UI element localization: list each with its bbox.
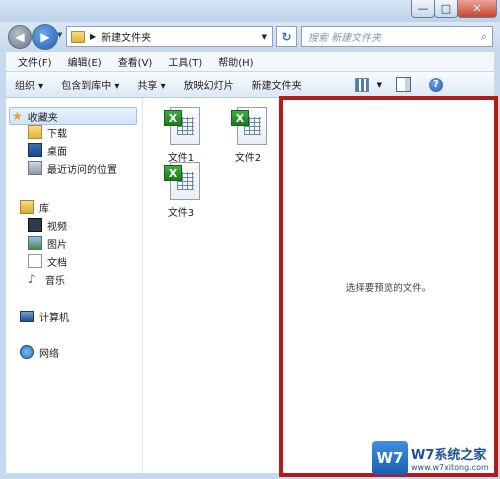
refresh-button[interactable]: ↻	[276, 26, 297, 47]
new-folder-button[interactable]: 新建文件夹	[243, 77, 311, 92]
nav-label: 下载	[47, 128, 67, 140]
recent-places-icon	[28, 161, 42, 175]
music-icon: ♪	[28, 272, 36, 286]
view-dropdown-icon[interactable]: ▼	[377, 81, 382, 89]
nav-documents[interactable]: 文档	[28, 253, 67, 269]
nav-label: 图片	[47, 239, 67, 251]
excel-icon: X	[231, 107, 267, 145]
nav-computer[interactable]: 计算机	[20, 308, 69, 324]
file-item[interactable]: X 文件1	[153, 107, 209, 167]
excel-icon: X	[164, 107, 200, 145]
preview-pane: 选择要预览的文件。	[279, 96, 498, 477]
address-dropdown-icon[interactable]: ▼	[262, 33, 267, 41]
nav-label: 视频	[47, 221, 67, 233]
path-separator-icon: ▶	[90, 32, 97, 41]
menu-view[interactable]: 查看(V)	[112, 54, 159, 69]
back-button[interactable]: ◀	[8, 25, 32, 49]
slideshow-button[interactable]: 放映幻灯片	[175, 77, 243, 92]
preview-pane-toggle[interactable]	[396, 77, 411, 92]
help-icon[interactable]: ?	[429, 77, 443, 92]
nav-label: 收藏夹	[27, 112, 58, 124]
documents-icon	[28, 254, 42, 268]
pictures-icon	[28, 236, 42, 250]
menu-tools[interactable]: 工具(T)	[162, 54, 208, 69]
excel-icon: X	[164, 162, 200, 200]
nav-network[interactable]: 网络	[20, 344, 59, 360]
maximize-button[interactable]: □	[434, 0, 458, 18]
search-icon[interactable]: ⌕	[481, 30, 487, 44]
menu-edit[interactable]: 编辑(E)	[62, 54, 108, 69]
nav-libraries[interactable]: 库	[20, 199, 49, 215]
nav-desktop[interactable]: 桌面	[28, 142, 67, 158]
star-icon: ★	[12, 109, 23, 123]
folder-icon	[71, 30, 85, 43]
include-in-library-button[interactable]: 包含到库中 ▾	[52, 77, 128, 92]
close-button[interactable]: ✕	[457, 0, 497, 18]
nav-pictures[interactable]: 图片	[28, 235, 67, 251]
computer-icon	[20, 310, 34, 322]
nav-label: 音乐	[45, 275, 65, 287]
explorer-content: ★ 收藏夹 下载 桌面 最近访问的位置 库 视频 图片 文档 ♪ 音乐 计算机 …	[6, 96, 498, 477]
address-row: ◀ ▶ ▼ ▶ 新建文件夹 ▼ ↻ 搜索 新建文件夹 ⌕	[0, 22, 500, 50]
minimize-button[interactable]: —	[411, 0, 435, 18]
nav-videos[interactable]: 视频	[28, 217, 67, 233]
file-name: 文件2	[234, 153, 262, 164]
nav-music[interactable]: ♪ 音乐	[28, 271, 65, 287]
recent-pages-dropdown[interactable]: ▼	[57, 31, 62, 39]
nav-label: 桌面	[47, 146, 67, 158]
site-watermark: W7 W7系统之家 www.w7xitong.com	[372, 437, 500, 479]
libraries-icon	[20, 200, 34, 214]
back-arrow-icon: ◀	[15, 30, 25, 44]
menu-help[interactable]: 帮助(H)	[212, 54, 259, 69]
network-icon	[20, 345, 34, 359]
videos-icon	[28, 218, 42, 232]
file-item[interactable]: X 文件2	[220, 107, 276, 167]
preview-message: 选择要预览的文件。	[345, 283, 432, 294]
file-name: 文件3	[167, 208, 195, 219]
change-view-icon[interactable]	[354, 77, 369, 92]
menu-bar: 文件(F) 编辑(E) 查看(V) 工具(T) 帮助(H)	[6, 51, 494, 71]
menu-file[interactable]: 文件(F)	[12, 54, 58, 69]
downloads-folder-icon	[28, 125, 42, 139]
organize-button[interactable]: 组织 ▾	[6, 77, 52, 92]
search-box[interactable]: 搜索 新建文件夹 ⌕	[301, 26, 493, 47]
forward-arrow-icon: ▶	[40, 30, 50, 44]
watermark-logo: W7	[372, 441, 408, 475]
file-item[interactable]: X 文件3	[153, 162, 209, 222]
address-bar[interactable]: ▶ 新建文件夹 ▼	[66, 26, 273, 47]
search-input[interactable]: 搜索 新建文件夹	[308, 29, 381, 44]
watermark-url: www.w7xitong.com	[411, 463, 489, 472]
command-bar: 组织 ▾ 包含到库中 ▾ 共享 ▾ 放映幻灯片 新建文件夹 ▼ ?	[6, 72, 494, 98]
nav-recent-places[interactable]: 最近访问的位置	[28, 160, 117, 176]
file-list: X 文件1 X 文件2 X 文件3	[143, 98, 278, 473]
nav-label: 计算机	[39, 312, 69, 324]
refresh-icon: ↻	[281, 29, 292, 44]
navigation-pane: ★ 收藏夹 下载 桌面 最近访问的位置 库 视频 图片 文档 ♪ 音乐 计算机 …	[6, 98, 143, 473]
nav-favorites[interactable]: ★ 收藏夹	[9, 107, 137, 125]
nav-label: 库	[39, 203, 49, 215]
nav-downloads[interactable]: 下载	[28, 124, 67, 140]
nav-label: 最近访问的位置	[47, 164, 117, 176]
address-path: 新建文件夹	[101, 33, 152, 44]
share-button[interactable]: 共享 ▾	[128, 77, 174, 92]
nav-label: 文档	[47, 257, 67, 269]
forward-button[interactable]: ▶	[32, 24, 58, 50]
nav-label: 网络	[39, 348, 59, 360]
watermark-site-name: W7系统之家	[411, 448, 487, 463]
desktop-icon	[28, 143, 42, 157]
